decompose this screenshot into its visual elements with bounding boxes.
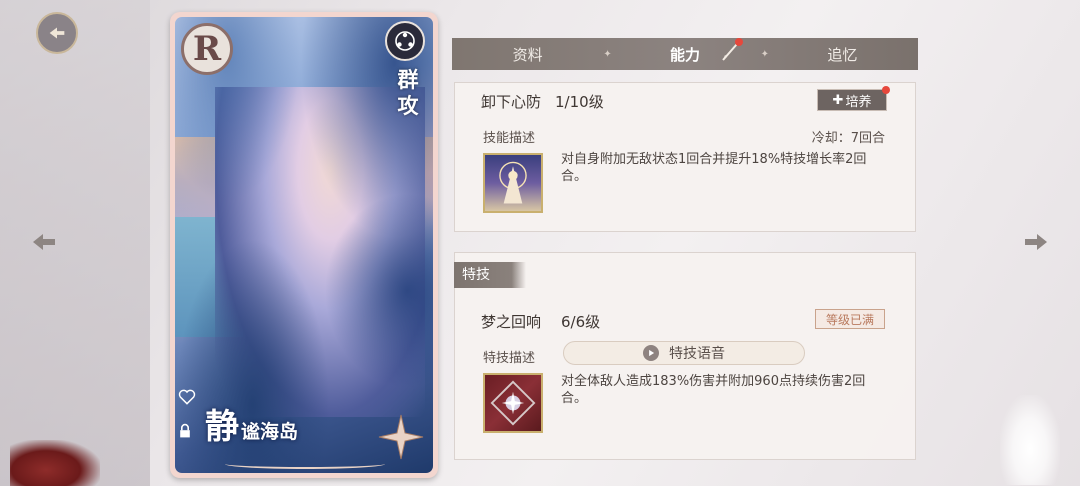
rarity-badge: R bbox=[181, 23, 233, 75]
skill-description: 对自身附加无敌状态1回合并提升18%特技增长率2回合。 bbox=[561, 152, 867, 184]
tab-ability-label: 能力 bbox=[669, 45, 700, 64]
level-max-badge: 等级已满 bbox=[815, 309, 885, 329]
back-arrow-icon bbox=[49, 27, 65, 39]
skill-name: 卸下心防 bbox=[481, 93, 542, 111]
skill-desc-label: 技能描述 bbox=[483, 131, 536, 146]
cultivate-label: 培养 bbox=[845, 94, 872, 110]
feather-decoration bbox=[1000, 395, 1060, 485]
skill-panel: 卸下心防 1/10级 ✚ 培养 技能描述 冷却：7回合 对自身附加无敌状态1回合… bbox=[454, 82, 916, 232]
plus-icon: ✚ bbox=[832, 92, 844, 108]
special-desc-label: 特技描述 bbox=[483, 351, 536, 366]
skill-cooldown: 冷却：7回合 bbox=[811, 131, 885, 146]
next-card-button[interactable] bbox=[1022, 228, 1050, 256]
tab-ability[interactable]: 能力 bbox=[609, 37, 760, 65]
attack-type-icon bbox=[385, 21, 425, 61]
character-card[interactable]: R 群攻 静 谧海岛 bbox=[170, 12, 438, 478]
card-name: 静 谧海岛 bbox=[205, 407, 298, 447]
notification-dot bbox=[882, 86, 890, 94]
special-icon bbox=[483, 373, 543, 433]
right-arrow-icon bbox=[1025, 234, 1047, 250]
star-decoration-icon bbox=[378, 414, 424, 460]
special-section-title: 特技 bbox=[454, 262, 526, 288]
background-left bbox=[0, 0, 150, 486]
card-name-main: 静 bbox=[205, 407, 239, 447]
cultivate-button[interactable]: ✚ 培养 bbox=[817, 86, 890, 111]
play-icon bbox=[643, 345, 659, 361]
special-name: 梦之回响 bbox=[481, 313, 542, 331]
special-description: 对全体敌人造成183%伤害并附加960点持续伤害2回合。 bbox=[561, 374, 866, 406]
special-header: 梦之回响 6/6级 bbox=[481, 311, 600, 332]
notification-dot bbox=[734, 37, 743, 46]
left-arrow-icon bbox=[33, 234, 55, 250]
special-level: 6/6级 bbox=[561, 313, 601, 331]
tab-memory[interactable]: 追忆 bbox=[767, 44, 918, 65]
skill-level: 1/10级 bbox=[555, 93, 604, 111]
prev-card-button[interactable] bbox=[30, 228, 58, 256]
skill-header: 卸下心防 1/10级 bbox=[481, 91, 604, 112]
attack-type-label: 群攻 bbox=[397, 67, 419, 118]
heart-icon[interactable] bbox=[175, 385, 199, 409]
skill-icon bbox=[483, 153, 543, 213]
detail-tabs: 资料 ✦ 能力 ✦ 追忆 bbox=[452, 37, 918, 70]
card-footer-ornament bbox=[225, 459, 385, 469]
voice-label: 特技语音 bbox=[669, 346, 725, 362]
special-voice-button[interactable]: 特技语音 bbox=[563, 341, 805, 365]
card-artwork: R 群攻 静 谧海岛 bbox=[175, 17, 433, 473]
rose-decoration bbox=[10, 440, 100, 486]
back-button[interactable] bbox=[36, 12, 78, 54]
card-name-sub: 谧海岛 bbox=[241, 421, 299, 443]
tab-profile[interactable]: 资料 bbox=[452, 44, 603, 65]
lock-icon[interactable] bbox=[175, 421, 195, 441]
